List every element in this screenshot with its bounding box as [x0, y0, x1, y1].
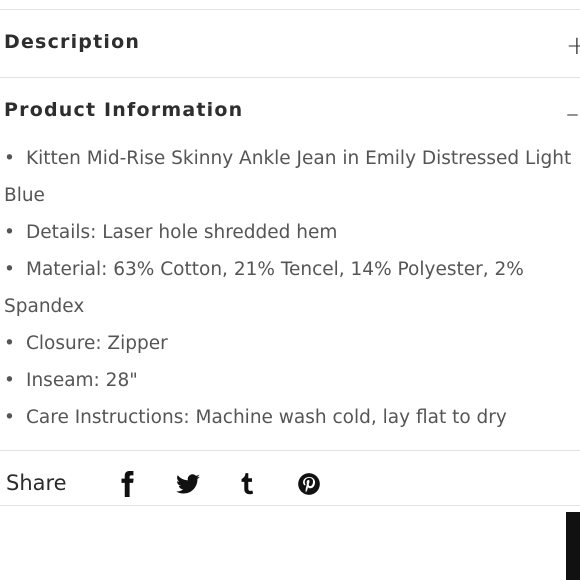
share-bar: Share — [0, 463, 580, 505]
list-item-text: Material: 63% Cotton, 21% Tencel, 14% Po… — [26, 259, 524, 280]
list-item: • Closure: Zipper — [4, 325, 580, 362]
list-item: • Care Instructions: Machine wash cold, l… — [4, 399, 580, 436]
collapse-icon[interactable]: – — [566, 101, 579, 127]
bullet-icon: • — [4, 370, 15, 391]
facebook-icon[interactable] — [115, 471, 141, 497]
list-item-continuation: Blue — [4, 185, 45, 206]
bullet-icon: • — [4, 222, 15, 243]
list-item-text: Care Instructions: Machine wash cold, la… — [26, 407, 507, 428]
list-item: • Kitten Mid-Rise Skinny Ankle Jean in Em… — [4, 140, 580, 177]
list-item: • Inseam: 28" — [4, 362, 580, 399]
expand-icon[interactable]: + — [566, 33, 580, 59]
list-item-text: Closure: Zipper — [26, 333, 168, 354]
share-divider-top — [0, 450, 580, 451]
tumblr-icon[interactable] — [234, 471, 260, 497]
list-item-text: Inseam: 28" — [26, 370, 138, 391]
list-item-text: Kitten Mid-Rise Skinny Ankle Jean in Emi… — [26, 148, 572, 169]
bullet-icon: • — [4, 259, 15, 280]
bullet-icon: • — [4, 148, 15, 169]
section-divider — [0, 77, 580, 78]
share-divider-bottom — [0, 505, 580, 506]
product-information-list: • Kitten Mid-Rise Skinny Ankle Jean in Em… — [4, 140, 580, 436]
list-item-continuation: Spandex — [4, 296, 85, 317]
bullet-icon: • — [4, 407, 15, 428]
list-item: • Material: 63% Cotton, 21% Tencel, 14% P… — [4, 251, 580, 288]
description-title[interactable]: Description — [4, 31, 140, 53]
add-to-bag-button-edge[interactable] — [566, 512, 580, 580]
list-item-text: Details: Laser hole shredded hem — [26, 222, 338, 243]
list-item: • Details: Laser hole shredded hem — [4, 214, 580, 251]
bullet-icon: • — [4, 333, 15, 354]
pinterest-icon[interactable] — [296, 471, 322, 497]
product-information-title[interactable]: Product Information — [4, 99, 243, 121]
twitter-icon[interactable] — [175, 471, 201, 497]
share-label: Share — [6, 471, 67, 495]
top-divider — [0, 9, 580, 10]
